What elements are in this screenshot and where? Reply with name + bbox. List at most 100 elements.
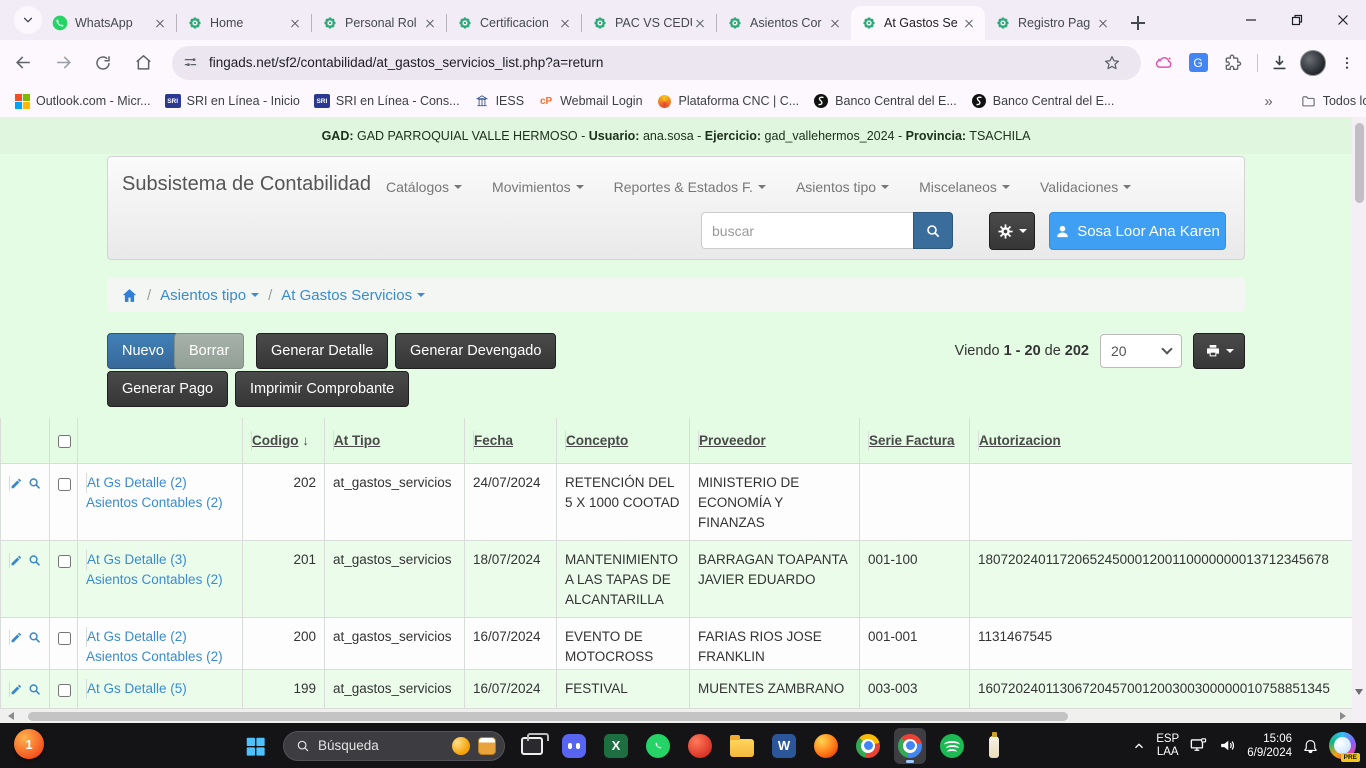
extension-cloud-button[interactable] xyxy=(1149,48,1179,78)
whatsapp-app-button[interactable] xyxy=(642,728,674,764)
print-button[interactable] xyxy=(1193,333,1245,369)
view-magnifier-icon[interactable] xyxy=(28,682,41,697)
asientos-contables-link[interactable]: Asientos Contables (2) xyxy=(86,647,234,667)
tab-registro-pagos[interactable]: Registro Pag xyxy=(985,6,1119,40)
extensions-button[interactable] xyxy=(1217,48,1247,78)
edit-pencil-icon[interactable] xyxy=(9,553,23,568)
excel-app-button[interactable]: X xyxy=(600,728,632,764)
tab-close-icon[interactable] xyxy=(827,15,843,31)
settings-button[interactable] xyxy=(989,212,1035,250)
horizontal-scrollbar[interactable] xyxy=(0,708,1352,723)
volume-icon[interactable] xyxy=(1218,736,1237,755)
header-autorizacion[interactable]: Autorizacion xyxy=(970,418,1352,463)
bookmark-banco-central-1[interactable]: Banco Central del E... xyxy=(813,93,957,109)
imprimir-comprobante-button[interactable]: Imprimir Comprobante xyxy=(235,371,409,407)
start-button[interactable] xyxy=(240,731,270,761)
header-fecha[interactable]: Fecha xyxy=(465,418,557,463)
tab-close-icon[interactable] xyxy=(152,15,168,31)
header-serie-factura[interactable]: Serie Factura xyxy=(860,418,970,463)
chrome-app-button[interactable] xyxy=(852,728,884,764)
all-bookmarks-button[interactable]: Todos los marcadores xyxy=(1301,93,1366,109)
tab-certificacion[interactable]: Certificacion xyxy=(447,6,581,40)
minimize-button[interactable] xyxy=(1228,0,1274,40)
nuevo-button[interactable]: Nuevo xyxy=(107,333,179,369)
tab-at-gastos-servicios-active[interactable]: At Gastos Se xyxy=(851,6,985,40)
task-view-button[interactable] xyxy=(516,728,548,764)
view-magnifier-icon[interactable] xyxy=(28,476,41,491)
tab-close-icon[interactable] xyxy=(422,15,438,31)
profile-button[interactable] xyxy=(1298,48,1328,78)
home-button[interactable] xyxy=(126,46,160,80)
menu-catalogos[interactable]: Catálogos xyxy=(386,179,462,195)
tab-close-icon[interactable] xyxy=(557,15,573,31)
bookmark-banco-central-2[interactable]: Banco Central del E... xyxy=(971,93,1115,109)
translate-button[interactable]: G xyxy=(1183,48,1213,78)
row-checkbox[interactable] xyxy=(58,478,71,491)
menu-asientos-tipo[interactable]: Asientos tipo xyxy=(796,179,889,195)
tab-home[interactable]: Home xyxy=(177,6,311,40)
scroll-right-icon[interactable] xyxy=(1340,712,1346,720)
spotify-app-button[interactable] xyxy=(936,728,968,764)
edit-pencil-icon[interactable] xyxy=(9,682,23,697)
header-at-tipo[interactable]: At Tipo xyxy=(325,418,465,463)
tab-pac-vs-cedu[interactable]: PAC VS CEDU xyxy=(582,6,716,40)
view-magnifier-icon[interactable] xyxy=(28,553,41,568)
breadcrumb-asientos-tipo[interactable]: Asientos tipo xyxy=(160,287,259,304)
header-concepto[interactable]: Concepto xyxy=(557,418,690,463)
borrar-button[interactable]: Borrar xyxy=(174,333,244,369)
user-button[interactable]: Sosa Loor Ana Karen xyxy=(1049,212,1226,250)
tab-personal-rol[interactable]: Personal Rol xyxy=(312,6,446,40)
restore-button[interactable] xyxy=(1274,0,1320,40)
notification-bubble[interactable]: 1 xyxy=(14,729,44,759)
browser-menu-button[interactable] xyxy=(1332,48,1362,78)
tab-close-icon[interactable] xyxy=(1095,15,1111,31)
bookmark-iess[interactable]: IESS xyxy=(474,93,525,109)
bottle-app-button[interactable] xyxy=(978,728,1010,764)
home-breadcrumb-icon[interactable] xyxy=(121,287,138,304)
at-gs-detalle-link[interactable]: At Gs Detalle (2) xyxy=(86,627,234,647)
url-bar[interactable]: fingads.net/sf2/contabilidad/at_gastos_s… xyxy=(172,46,1141,80)
menu-miscelaneos[interactable]: Miscelaneos xyxy=(919,179,1010,195)
select-all-checkbox[interactable] xyxy=(58,435,71,448)
header-codigo[interactable]: Codigo ↓ xyxy=(243,418,325,463)
at-gs-detalle-link[interactable]: At Gs Detalle (5) xyxy=(86,679,234,699)
tab-close-icon[interactable] xyxy=(961,15,977,31)
copilot-button[interactable]: PRE xyxy=(1329,732,1356,759)
search-button[interactable] xyxy=(913,212,953,249)
tab-search-button[interactable] xyxy=(14,6,42,34)
view-magnifier-icon[interactable] xyxy=(28,630,41,645)
chrome-active-app-button[interactable] xyxy=(894,728,926,764)
horizontal-scrollbar-thumb[interactable] xyxy=(28,712,1068,721)
page-size-select[interactable]: 20 xyxy=(1100,334,1182,368)
bookmarks-overflow-button[interactable]: » xyxy=(1264,93,1272,110)
scroll-left-icon[interactable] xyxy=(8,712,14,720)
vertical-scrollbar-thumb[interactable] xyxy=(1355,123,1364,203)
menu-validaciones[interactable]: Validaciones xyxy=(1040,179,1131,195)
close-button[interactable] xyxy=(1320,0,1366,40)
bookmark-sri-consultas[interactable]: SRI SRI en Línea - Cons... xyxy=(314,93,460,109)
word-app-button[interactable]: W xyxy=(768,728,800,764)
row-checkbox[interactable] xyxy=(58,684,71,697)
edit-pencil-icon[interactable] xyxy=(9,476,23,491)
back-button[interactable] xyxy=(6,46,40,80)
menu-movimientos[interactable]: Movimientos xyxy=(492,179,584,195)
red-app-button[interactable] xyxy=(684,728,716,764)
edit-pencil-icon[interactable] xyxy=(9,630,23,645)
tray-chevron-up-icon[interactable] xyxy=(1132,739,1146,753)
reload-button[interactable] xyxy=(86,46,120,80)
network-icon[interactable] xyxy=(1189,736,1208,755)
discord-app-button[interactable] xyxy=(558,728,590,764)
row-checkbox[interactable] xyxy=(58,555,71,568)
search-input[interactable] xyxy=(701,212,913,249)
bookmark-cnc[interactable]: Plataforma CNC | C... xyxy=(657,93,800,109)
tab-close-icon[interactable] xyxy=(692,15,708,31)
asientos-contables-link[interactable]: Asientos Contables (2) xyxy=(86,493,234,513)
tab-close-icon[interactable] xyxy=(287,15,303,31)
asientos-contables-link[interactable]: Asientos Contables (2) xyxy=(86,570,234,590)
at-gs-detalle-link[interactable]: At Gs Detalle (2) xyxy=(86,473,234,493)
tab-asientos-contables[interactable]: Asientos Cor xyxy=(717,6,851,40)
downloads-button[interactable] xyxy=(1264,48,1294,78)
tab-whatsapp[interactable]: WhatsApp xyxy=(42,6,176,40)
menu-reportes[interactable]: Reportes & Estados F. xyxy=(614,179,766,195)
generar-devengado-button[interactable]: Generar Devengado xyxy=(395,333,556,369)
